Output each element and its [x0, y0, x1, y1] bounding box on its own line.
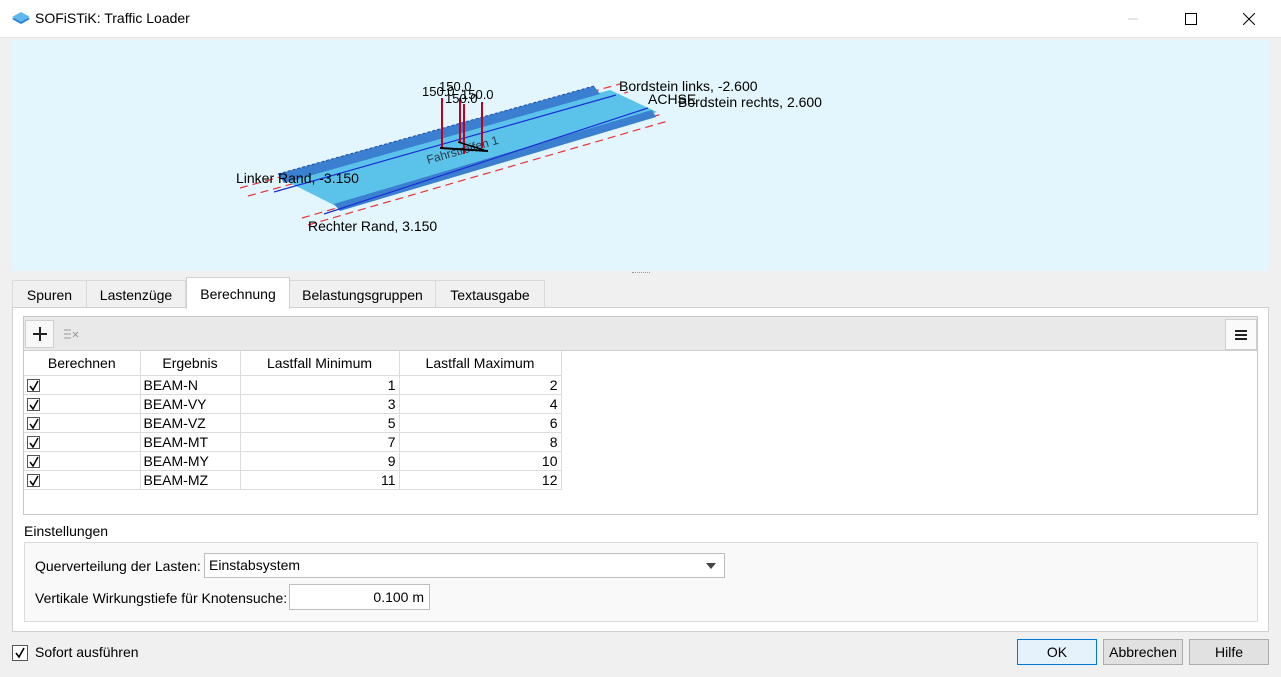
lastfall-maximum-cell[interactable]: 6 — [399, 413, 562, 433]
ok-button[interactable]: OK — [1017, 639, 1097, 665]
column-header-ergebnis[interactable]: Ergebnis — [140, 351, 241, 376]
run-immediately-checkbox[interactable] — [12, 644, 28, 662]
lastfall-maximum-cell[interactable]: 8 — [399, 432, 562, 452]
plus-icon — [32, 327, 47, 341]
berechnen-checkbox[interactable] — [27, 379, 40, 393]
table-header-row: Berechnen Ergebnis Lastfall Minimum Last… — [24, 351, 562, 376]
berechnen-checkbox[interactable] — [27, 398, 40, 412]
hamburger-menu-icon — [1235, 329, 1247, 340]
column-header-berechnen[interactable]: Berechnen — [24, 351, 141, 376]
edge-left-label: Linker Rand, -3.150 — [236, 170, 359, 186]
maximize-button[interactable] — [1162, 0, 1220, 38]
lastfall-maximum-cell[interactable]: 2 — [399, 375, 562, 395]
lastfall-minimum-cell[interactable]: 3 — [240, 394, 400, 414]
table-row[interactable]: BEAM-MY 9 10 — [24, 451, 562, 471]
ergebnis-cell[interactable]: BEAM-MT — [140, 432, 241, 452]
table-row[interactable]: BEAM-VY 3 4 — [24, 394, 562, 414]
berechnen-cell[interactable] — [24, 394, 141, 414]
checkmark-icon — [29, 437, 39, 449]
berechnen-cell[interactable] — [24, 375, 141, 395]
lastfall-minimum-cell[interactable]: 11 — [240, 470, 400, 490]
result-grid-frame: Berechnen Ergebnis Lastfall Minimum Last… — [23, 316, 1258, 515]
load-label-4: 150.0 — [445, 91, 478, 106]
curb-right-label: Bordstein rechts, 2.600 — [678, 94, 822, 110]
depth-label: Vertikale Wirkungstiefe für Knotensuche: — [35, 590, 288, 606]
tab-belastungsgruppen[interactable]: Belastungsgruppen — [289, 280, 436, 308]
berechnen-checkbox[interactable] — [27, 417, 40, 431]
grid-menu-button[interactable] — [1225, 319, 1257, 350]
maximize-icon — [1185, 13, 1197, 25]
berechnen-cell[interactable] — [24, 413, 141, 433]
settings-group-title: Einstellungen — [24, 523, 109, 539]
ergebnis-cell[interactable]: BEAM-N — [140, 375, 241, 395]
close-icon — [1243, 13, 1255, 25]
table-row[interactable]: BEAM-N 1 2 — [24, 375, 562, 395]
checkmark-icon — [29, 418, 39, 430]
title-bar: SOFiSTiK: Traffic Loader — [0, 0, 1281, 38]
cancel-button[interactable]: Abbrechen — [1103, 639, 1183, 665]
table-row[interactable]: BEAM-MZ 11 12 — [24, 470, 562, 490]
grid-toolbar — [24, 317, 1257, 351]
berechnen-checkbox[interactable] — [27, 436, 40, 450]
ergebnis-cell[interactable]: BEAM-VZ — [140, 413, 241, 433]
lastfall-maximum-cell[interactable]: 4 — [399, 394, 562, 414]
window-title: SOFiSTiK: Traffic Loader — [35, 10, 190, 26]
table-row[interactable]: BEAM-MT 7 8 — [24, 432, 562, 452]
edge-right-label: Rechter Rand, 3.150 — [308, 218, 437, 234]
bridge-3d-viewport[interactable]: Fahrstreifen 1 150.0 150.0 150.0 150.0 B… — [12, 40, 1269, 271]
sofistik-logo-icon — [12, 12, 30, 24]
run-immediately-label: Sofort ausführen — [35, 644, 139, 660]
minimize-icon — [1128, 18, 1138, 20]
ergebnis-cell[interactable]: BEAM-VY — [140, 394, 241, 414]
dropdown-arrow-icon — [706, 563, 716, 569]
berechnen-cell[interactable] — [24, 451, 141, 471]
tab-textausgabe[interactable]: Textausgabe — [435, 280, 545, 308]
berechnen-cell[interactable] — [24, 432, 141, 452]
add-row-button[interactable] — [25, 320, 54, 348]
distribution-dropdown[interactable]: Einstabsystem — [204, 553, 725, 578]
checkmark-icon — [29, 380, 39, 392]
lastfall-minimum-cell[interactable]: 1 — [240, 375, 400, 395]
lastfall-minimum-cell[interactable]: 7 — [240, 432, 400, 452]
checkmark-icon — [29, 456, 39, 468]
tab-lastenzuege[interactable]: Lastenzüge — [86, 280, 186, 308]
berechnen-cell[interactable] — [24, 470, 141, 490]
checkmark-icon — [15, 647, 25, 659]
column-header-lastfall-maximum[interactable]: Lastfall Maximum — [399, 351, 562, 376]
result-table: Berechnen Ergebnis Lastfall Minimum Last… — [24, 351, 562, 490]
tab-berechnung[interactable]: Berechnung — [186, 277, 290, 309]
distribution-value: Einstabsystem — [209, 557, 301, 573]
berechnen-checkbox[interactable] — [27, 455, 40, 469]
depth-input[interactable]: 0.100 m — [289, 584, 430, 610]
tab-spuren[interactable]: Spuren — [12, 280, 87, 308]
splitter-handle[interactable] — [632, 272, 650, 274]
table-row[interactable]: BEAM-VZ 5 6 — [24, 413, 562, 433]
remove-row-button[interactable] — [56, 320, 85, 348]
checkmark-icon — [29, 475, 39, 487]
ergebnis-cell[interactable]: BEAM-MY — [140, 451, 241, 471]
ergebnis-cell[interactable]: BEAM-MZ — [140, 470, 241, 490]
close-button[interactable] — [1220, 0, 1278, 38]
berechnen-checkbox[interactable] — [27, 474, 40, 488]
checkbox-box — [12, 645, 28, 662]
minimize-button[interactable] — [1104, 0, 1162, 38]
lastfall-maximum-cell[interactable]: 10 — [399, 451, 562, 471]
lastfall-minimum-cell[interactable]: 5 — [240, 413, 400, 433]
column-header-lastfall-minimum[interactable]: Lastfall Minimum — [240, 351, 400, 376]
bridge-drawing: Fahrstreifen 1 150.0 150.0 150.0 150.0 B… — [236, 78, 822, 234]
lastfall-minimum-cell[interactable]: 9 — [240, 451, 400, 471]
remove-rows-icon — [63, 329, 78, 339]
lastfall-maximum-cell[interactable]: 12 — [399, 470, 562, 490]
help-button[interactable]: Hilfe — [1189, 639, 1269, 665]
distribution-label: Querverteilung der Lasten: — [35, 558, 201, 574]
checkmark-icon — [29, 399, 39, 411]
